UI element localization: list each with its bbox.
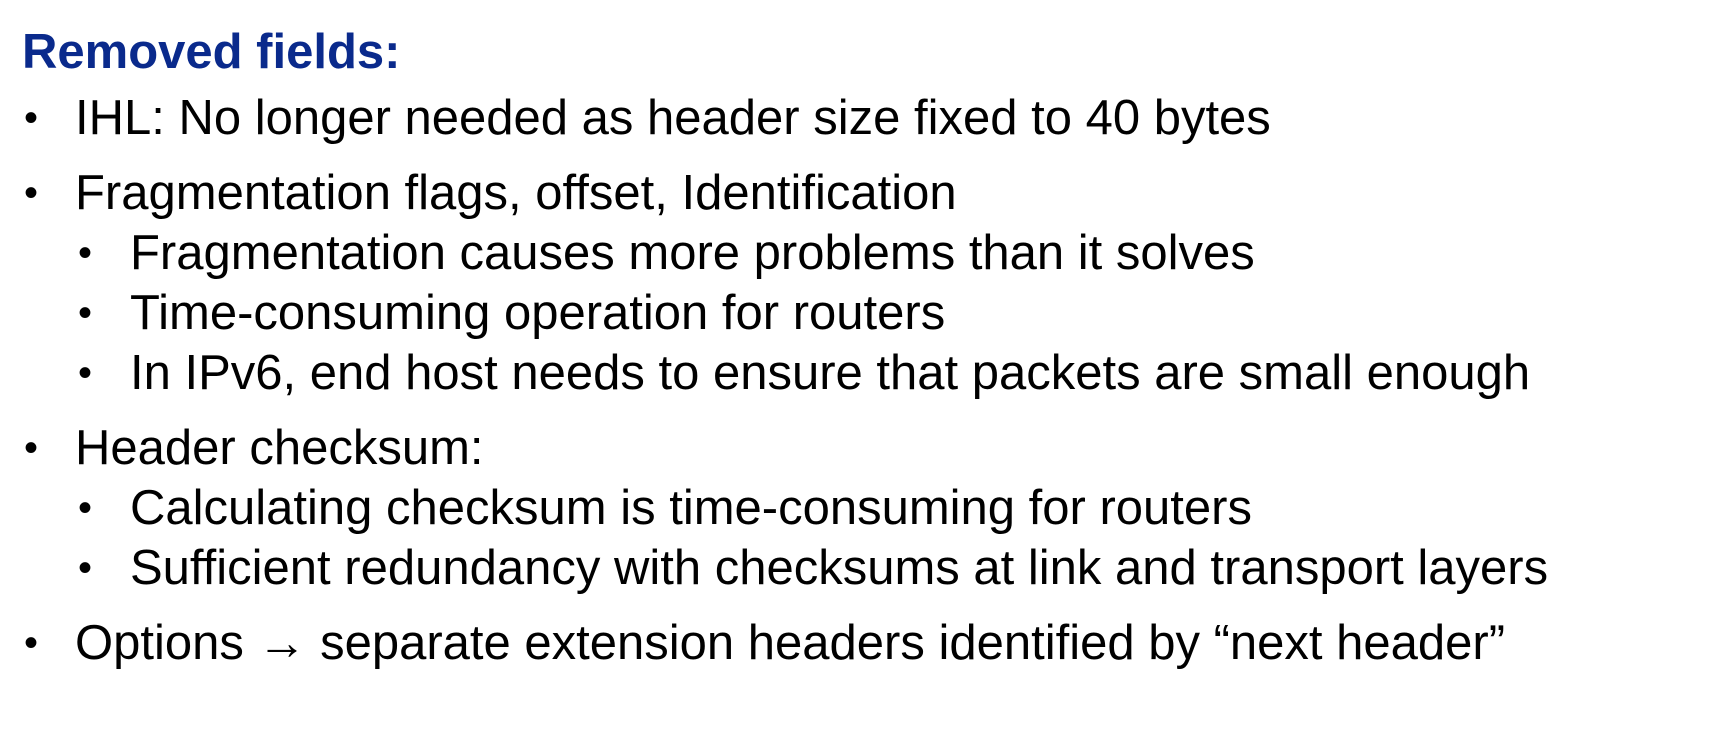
bullet-text: Header checksum: [75,421,484,475]
sub-bullet-item: • In IPv6, end host needs to ensure that… [0,343,1730,403]
bullet-icon: • [24,171,39,215]
bullet-icon: • [78,291,93,335]
sub-bullet-item: • Fragmentation causes more problems tha… [0,223,1730,283]
sub-bullet-text: Time-consuming operation for routers [130,286,946,340]
slide-title: Removed fields: [22,25,401,79]
bullet-text: Fragmentation flags, offset, Identificat… [75,166,957,220]
bullet-text: IHL: No longer needed as header size fix… [75,91,1271,145]
bullet-icon: • [78,546,93,590]
bullet-icon: • [78,351,93,395]
sub-bullet-text: Calculating checksum is time-consuming f… [130,481,1252,535]
sub-bullet-text: Sufficient redundancy with checksums at … [130,541,1549,595]
bullet-icon: • [78,231,93,275]
sub-bullet-item: • Calculating checksum is time-consuming… [0,478,1730,538]
bullet-icon: • [24,621,39,665]
sub-bullet-item: • Time-consuming operation for routers [0,283,1730,343]
bullet-item-ihl: • IHL: No longer needed as header size f… [0,88,1730,148]
bullet-item-fragmentation: • IHL: No longer needed as header size f… [0,163,1730,223]
slide: Removed fields: • IHL: No longer needed … [0,0,1730,732]
bullet-item-options: • Options → separate extension headers i… [0,613,1730,673]
bullet-item-header-checksum: • Header checksum: [0,418,1730,478]
sub-bullet-item: • Sufficient redundancy with checksums a… [0,538,1730,598]
bullet-text: Options → separate extension headers ide… [75,616,1506,670]
sub-bullet-text: Fragmentation causes more problems than … [130,226,1255,280]
bullet-icon: • [78,486,93,530]
bullet-icon: • [24,96,39,140]
bullet-icon: • [24,426,39,470]
sub-bullet-text: In IPv6, end host needs to ensure that p… [130,346,1531,400]
